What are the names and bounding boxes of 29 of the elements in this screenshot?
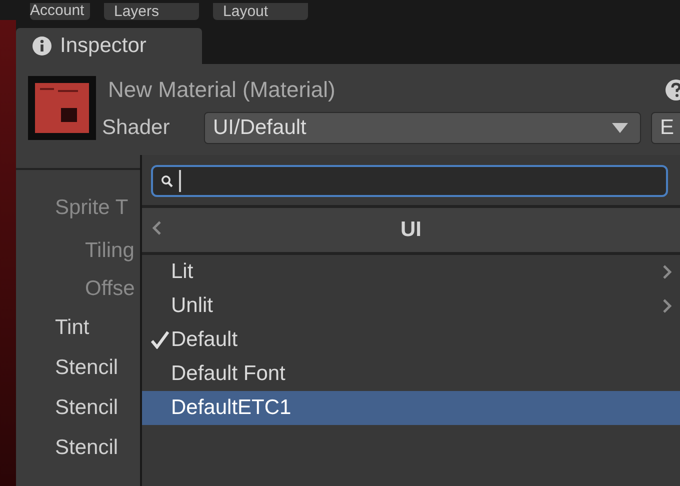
property-label: Tiling [84,238,134,264]
back-chevron-icon [152,220,162,236]
property-label: Stencil [55,395,118,421]
search-icon [161,174,173,188]
property-label: Offse [84,276,135,302]
category-title: UI [400,218,422,241]
material-thumbnail-icon [28,76,96,140]
shader-label: Shader [102,116,171,140]
toolbar-dropdown[interactable]: Account [30,3,90,20]
submenu-chevron-icon [662,264,672,280]
menu-item[interactable]: Default [142,323,680,357]
toolbar-dropdown[interactable]: Layers [104,3,200,20]
shader-dropdown[interactable]: UI/Default [204,112,641,144]
toolbar-dropdown[interactable]: Layout [213,3,308,20]
search-field[interactable] [151,165,668,197]
property-label: Stencil [55,355,118,381]
info-icon [32,36,52,56]
menu-item[interactable]: Default Font [142,357,680,391]
property-label: Sprite T [55,195,128,221]
menu-item[interactable]: Unlit [142,289,680,323]
property-label: Tint [55,315,90,341]
material-title: New Material (Material) [108,77,336,103]
submenu-chevron-icon [662,298,672,314]
inspector-tab[interactable]: Inspector [16,28,202,64]
edit-button[interactable]: E [651,112,680,144]
property-label: Stencil [55,435,118,461]
dropdown-arrow-icon [612,123,628,133]
menu-item[interactable]: DefaultETC1 [142,391,680,425]
menu-item[interactable]: Lit [142,255,680,289]
